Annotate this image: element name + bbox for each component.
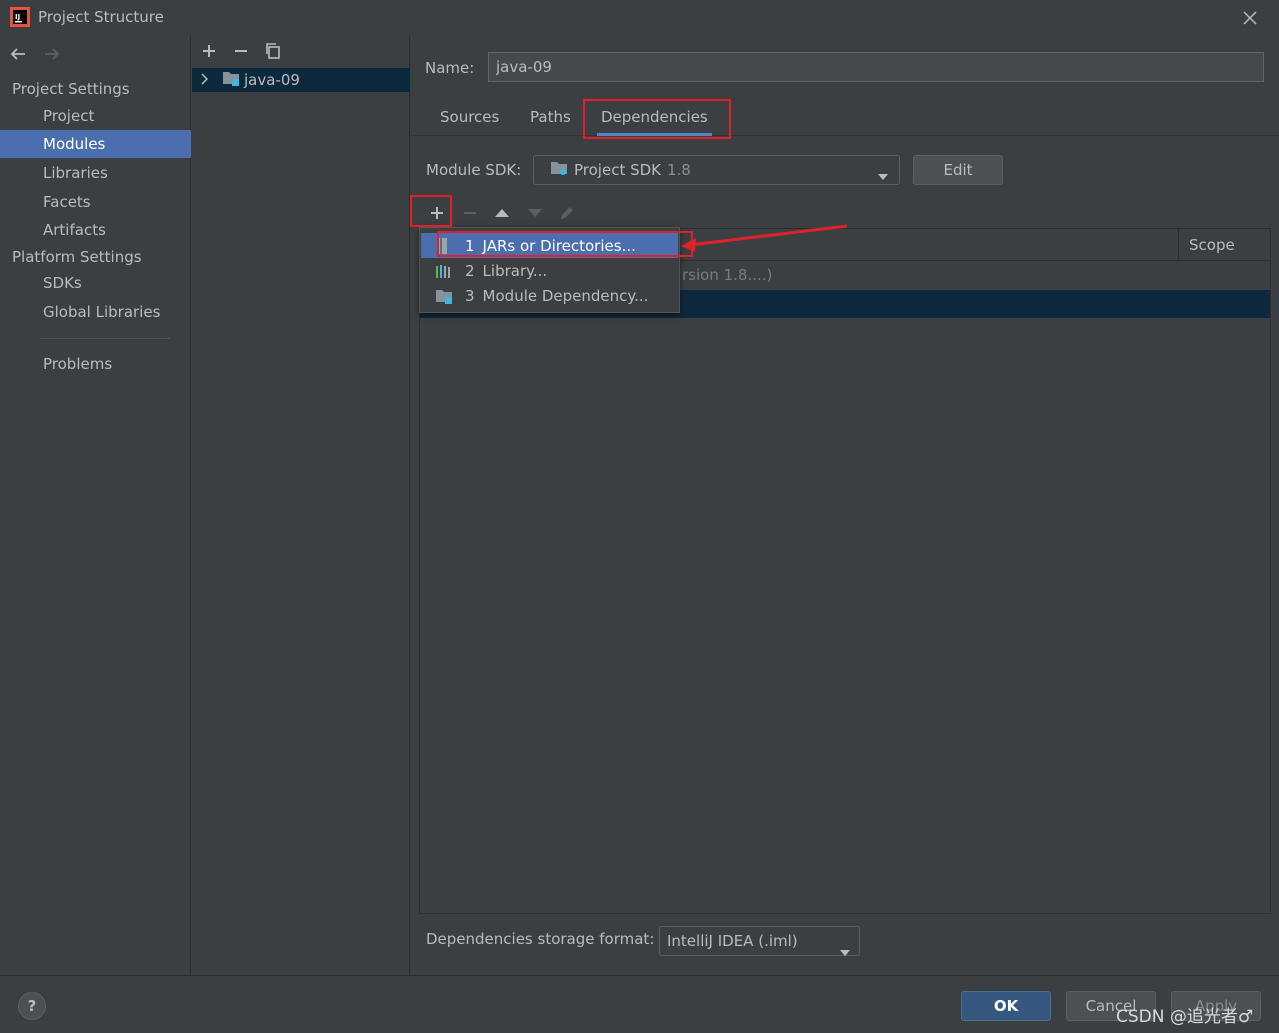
menu-item-number: 1 — [465, 236, 475, 255]
help-button[interactable]: ? — [18, 992, 46, 1020]
add-icon[interactable] — [200, 42, 218, 64]
intellij-logo-icon: IJ — [10, 7, 30, 27]
add-dependency-icon[interactable] — [428, 204, 446, 226]
tab-paths[interactable]: Paths — [530, 108, 571, 126]
menu-item-library[interactable]: 2 Library... — [421, 258, 678, 283]
module-folder-icon — [435, 287, 455, 305]
svg-text:IJ: IJ — [15, 13, 20, 21]
chevron-down-icon — [877, 167, 889, 185]
menu-item-module-dependency[interactable]: 3 Module Dependency... — [421, 283, 678, 308]
nav-item-libraries[interactable]: Libraries — [0, 159, 191, 187]
dependencies-toolbar — [419, 196, 1271, 228]
tab-dependencies[interactable]: Dependencies — [597, 108, 712, 136]
module-tree-pane: java-09 — [192, 36, 410, 975]
storage-format-value: IntelliJ IDEA (.iml) — [667, 932, 798, 950]
menu-item-jars-or-directories[interactable]: 1 JARs or Directories... — [421, 233, 678, 258]
menu-item-label: Module Dependency... — [482, 286, 649, 305]
window-title: Project Structure — [38, 8, 164, 26]
menu-item-number: 3 — [465, 286, 475, 305]
module-tabs: Sources Paths Dependencies — [411, 100, 1279, 136]
project-settings-heading: Project Settings — [12, 80, 130, 98]
remove-dependency-icon[interactable] — [461, 204, 479, 226]
menu-item-label: Library... — [482, 261, 548, 280]
menu-item-label: JARs or Directories... — [482, 236, 636, 255]
edit-sdk-button[interactable]: Edit — [913, 155, 1003, 185]
sdk-value: Project SDK — [574, 161, 661, 179]
move-down-icon[interactable] — [526, 204, 544, 226]
ok-button[interactable]: OK — [961, 991, 1051, 1021]
nav-item-problems[interactable]: Problems — [0, 350, 191, 378]
nav-divider — [40, 338, 170, 339]
add-dependency-menu: 1 JARs or Directories... 2 Library... 3 … — [419, 227, 680, 313]
nav-item-artifacts[interactable]: Artifacts — [0, 216, 191, 244]
close-icon[interactable] — [1240, 8, 1260, 28]
sdk-folder-icon — [550, 160, 568, 180]
nav-item-global-libraries[interactable]: Global Libraries — [0, 298, 191, 326]
edit-pencil-icon[interactable] — [558, 204, 576, 226]
chevron-right-icon[interactable] — [200, 71, 210, 89]
module-folder-icon — [222, 70, 240, 90]
menu-item-number: 2 — [465, 261, 475, 280]
dialog-footer: ? OK Cancel Apply CSDN @追光者♂ — [0, 975, 1279, 1033]
move-up-icon[interactable] — [493, 204, 511, 226]
module-details-pane: Name: Sources Paths Dependencies Module … — [411, 36, 1279, 975]
title-bar: IJ Project Structure — [0, 0, 1279, 36]
storage-format-select[interactable]: IntelliJ IDEA (.iml) — [659, 926, 860, 956]
library-icon — [435, 262, 455, 280]
module-tree-label: java-09 — [244, 71, 300, 89]
dependencies-table: Scope rsion 1.8....) — [419, 228, 1271, 914]
platform-settings-heading: Platform Settings — [12, 248, 142, 266]
watermark: CSDN @追光者♂ — [1116, 1007, 1254, 1027]
back-arrow-icon[interactable] — [8, 44, 28, 68]
remove-icon[interactable] — [232, 42, 250, 64]
nav-arrows — [8, 44, 62, 68]
tab-sources[interactable]: Sources — [440, 108, 499, 126]
chevron-down-icon — [839, 938, 851, 966]
name-label: Name: — [425, 59, 475, 77]
module-sdk-select[interactable]: Project SDK 1.8 — [533, 155, 900, 185]
sdk-version: 1.8 — [667, 161, 691, 179]
nav-item-sdks[interactable]: SDKs — [0, 269, 191, 297]
forward-arrow-icon[interactable] — [42, 44, 62, 68]
nav-item-project[interactable]: Project — [0, 102, 191, 130]
module-tree-toolbar — [200, 42, 282, 64]
module-tree-item[interactable]: java-09 — [192, 68, 410, 92]
storage-format-label: Dependencies storage format: — [426, 930, 655, 948]
jar-icon — [435, 237, 455, 255]
scope-column-header[interactable]: Scope — [1178, 229, 1270, 261]
copy-icon[interactable] — [264, 42, 282, 64]
settings-nav: Project Settings Project Modules Librari… — [0, 36, 191, 975]
nav-item-modules[interactable]: Modules — [0, 130, 191, 158]
module-name-input[interactable] — [488, 52, 1264, 82]
module-sdk-label: Module SDK: — [426, 161, 522, 179]
nav-item-facets[interactable]: Facets — [0, 188, 191, 216]
